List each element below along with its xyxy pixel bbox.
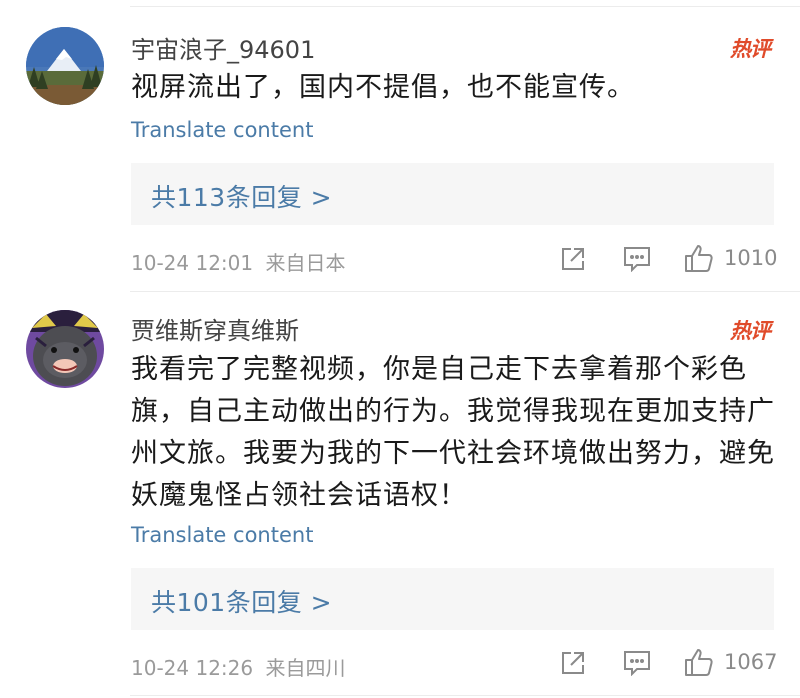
share-icon: [562, 652, 584, 674]
replies-button[interactable]: 共113条回复 >: [131, 163, 774, 225]
thumbs-up-icon: [685, 245, 713, 272]
comment-icon: [624, 247, 650, 272]
like-count: 1067: [724, 650, 778, 674]
comment-text: 我看完了完整视频，你是自己走下去拿着那个彩色旗，自己主动做出的行为。我觉得我现在…: [131, 354, 775, 511]
comment-button[interactable]: [623, 650, 651, 676]
translate-link[interactable]: Translate content: [131, 523, 313, 547]
like-button[interactable]: 1067: [684, 647, 777, 677]
comment-icon: [624, 651, 650, 676]
like-count: 1010: [724, 246, 778, 270]
location: 来自日本: [265, 251, 346, 275]
avatar[interactable]: [26, 310, 104, 388]
comment-button[interactable]: [623, 246, 651, 272]
replies-label: 共101条回复 >: [151, 588, 333, 617]
comment-item: 宇宙浪子_94601 热评 视屏流出了，国内不提倡，也不能宣传。 Transla…: [0, 0, 800, 290]
hot-comment-badge: 热评: [730, 319, 771, 343]
like-button[interactable]: 1010: [684, 243, 777, 273]
replies-label: 共113条回复 >: [151, 183, 333, 212]
replies-button[interactable]: 共101条回复 >: [131, 568, 774, 630]
comment-text: 视屏流出了，国内不提倡，也不能宣传。: [131, 72, 635, 103]
share-button[interactable]: [560, 246, 586, 272]
comment-meta: 10-24 12:26 来自四川: [131, 652, 345, 681]
timestamp: 10-24 12:26: [131, 656, 254, 680]
thumbs-up-icon: [685, 649, 713, 676]
timestamp: 10-24 12:01: [131, 251, 254, 275]
username[interactable]: 宇宙浪子_94601: [131, 30, 315, 65]
username[interactable]: 贾维斯穿真维斯: [131, 311, 299, 346]
hot-comment-badge: 热评: [730, 37, 771, 61]
share-button[interactable]: [560, 650, 586, 676]
bottom-divider: [130, 695, 800, 696]
translate-link[interactable]: Translate content: [131, 118, 313, 142]
comment-meta: 10-24 12:01 来自日本: [131, 247, 345, 276]
avatar[interactable]: [26, 27, 104, 105]
share-icon: [562, 248, 584, 270]
location: 来自四川: [265, 656, 346, 680]
comment-item: 贾维斯穿真维斯 热评 我看完了完整视频，你是自己走下去拿着那个彩色旗，自己主动做…: [0, 290, 800, 698]
